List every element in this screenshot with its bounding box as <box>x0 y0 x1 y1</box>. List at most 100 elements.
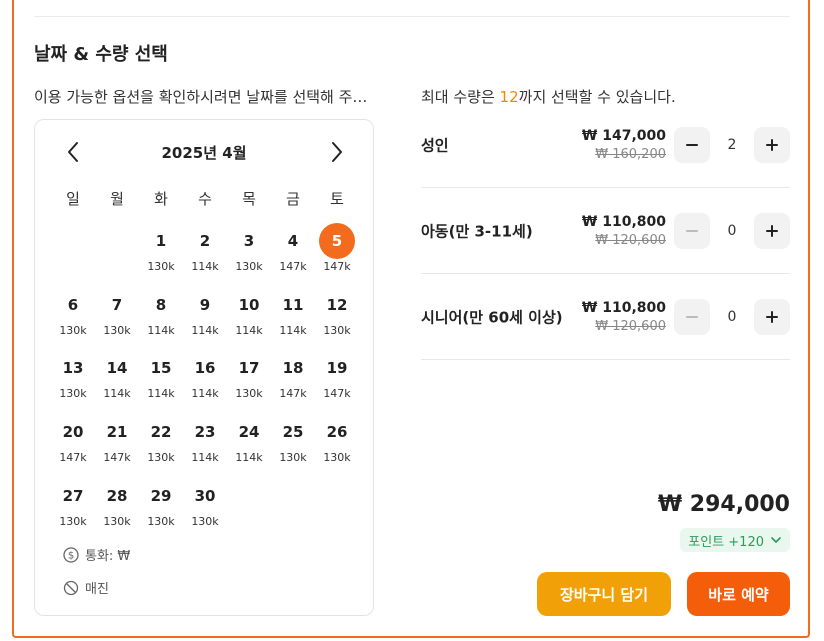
calendar-day-selected[interactable]: 5 147k <box>315 223 359 287</box>
add-to-cart-button[interactable]: 장바구니 담기 <box>537 572 671 616</box>
currency-legend: $ 통화: ₩ <box>63 545 130 564</box>
minus-icon <box>686 315 698 318</box>
calendar-day[interactable]: 11 114k <box>271 287 315 351</box>
day-number: 27 <box>62 486 84 505</box>
day-number: 30 <box>194 486 216 505</box>
decrease-button[interactable] <box>674 212 710 249</box>
day-number: 11 <box>282 295 304 314</box>
day-number: 18 <box>282 359 304 378</box>
calendar-day[interactable]: 29 130k <box>139 478 183 542</box>
day-price: 130k <box>323 323 351 337</box>
day-price: 130k <box>279 451 307 465</box>
calendar-day[interactable]: 4 147k <box>271 223 315 287</box>
calendar-day[interactable]: 6 130k <box>51 287 95 351</box>
day-number: 12 <box>326 295 348 314</box>
calendar-day[interactable]: 26 130k <box>315 414 359 478</box>
day-number: 28 <box>106 486 128 505</box>
total-price: ₩ 294,000 <box>657 492 790 517</box>
increase-button[interactable] <box>754 212 790 249</box>
weekday-label: 토 <box>330 190 344 208</box>
ticket-price: ₩ 110,800 ₩ 120,600 <box>582 300 666 334</box>
quantity-value: 0 <box>727 222 737 239</box>
calendar-day[interactable]: 13 130k <box>51 350 95 414</box>
currency-icon: $ <box>63 546 79 563</box>
calendar-day[interactable]: 23 114k <box>183 414 227 478</box>
decrease-button[interactable] <box>674 126 710 163</box>
day-price: 147k <box>59 451 87 465</box>
calendar-day[interactable]: 14 114k <box>95 350 139 414</box>
quantity-row: 성인 ₩ 147,000 ₩ 160,200 2 <box>421 102 790 188</box>
book-now-button[interactable]: 바로 예약 <box>687 572 790 616</box>
day-number: 7 <box>111 295 123 314</box>
ticket-price: ₩ 147,000 ₩ 160,200 <box>582 128 666 162</box>
day-number: 16 <box>194 359 216 378</box>
calendar-day[interactable]: 8 114k <box>139 287 183 351</box>
calendar-day[interactable]: 22 130k <box>139 414 183 478</box>
day-number: 26 <box>326 423 348 442</box>
calendar-day[interactable]: 17 130k <box>227 350 271 414</box>
calendar-day[interactable]: 10 114k <box>227 287 271 351</box>
weekday-label: 목 <box>242 190 256 208</box>
original-price: ₩ 120,600 <box>595 232 666 248</box>
top-divider <box>34 16 790 17</box>
calendar-day[interactable]: 28 130k <box>95 478 139 542</box>
quantity-value: 0 <box>727 308 737 325</box>
points-badge[interactable]: 포인트 +120 <box>680 528 790 552</box>
day-price: 147k <box>323 260 351 273</box>
original-price: ₩ 160,200 <box>595 146 666 162</box>
day-number: 3 <box>243 232 255 250</box>
day-price: 147k <box>279 387 307 401</box>
day-number: 9 <box>199 295 211 314</box>
day-number: 24 <box>238 423 260 442</box>
calendar-day[interactable]: 12 130k <box>315 287 359 351</box>
calendar-day[interactable]: 30 130k <box>183 478 227 542</box>
plus-icon <box>766 310 778 323</box>
day-price: 130k <box>323 451 351 465</box>
calendar-day[interactable]: 27 130k <box>51 478 95 542</box>
calendar-day[interactable]: 24 114k <box>227 414 271 478</box>
day-price: 130k <box>147 514 175 528</box>
weekday-label: 수 <box>198 190 212 208</box>
calendar-day[interactable]: 19 147k <box>315 350 359 414</box>
calendar-day[interactable]: 20 147k <box>51 414 95 478</box>
calendar-day[interactable]: 15 114k <box>139 350 183 414</box>
day-price: 130k <box>59 387 87 401</box>
calendar-day[interactable]: 25 130k <box>271 414 315 478</box>
day-price: 147k <box>323 387 351 401</box>
weekday-header: 일월화수목금토 <box>51 188 359 209</box>
day-price: 147k <box>279 260 307 273</box>
calendar-day[interactable]: 9 114k <box>183 287 227 351</box>
increase-button[interactable] <box>754 298 790 335</box>
day-number: 8 <box>155 295 167 314</box>
day-number: 19 <box>326 359 348 378</box>
minus-icon <box>686 143 698 146</box>
increase-button[interactable] <box>754 126 790 163</box>
sale-price: ₩ 147,000 <box>581 127 666 144</box>
day-price: 147k <box>103 451 131 465</box>
day-price: 130k <box>147 451 175 465</box>
currency-legend-label: 통화: ₩ <box>85 549 131 564</box>
day-number: 5 <box>319 223 355 259</box>
calendar-day[interactable]: 18 147k <box>271 350 315 414</box>
calendar-grid: 1 130k 2 114k 3 130k 4 147k 5 147k 6 130k 7 130k 8 114k… <box>51 223 359 541</box>
decrease-button[interactable] <box>674 298 710 335</box>
sale-price: ₩ 110,800 <box>581 299 666 316</box>
day-price: 114k <box>191 260 219 273</box>
calendar-day[interactable]: 2 114k <box>183 223 227 287</box>
date-hint: 이용 가능한 옵션을 확인하시려면 날짜를 선택해 주세요 <box>34 88 374 106</box>
chevron-right-icon[interactable] <box>323 138 351 166</box>
calendar-day[interactable]: 7 130k <box>95 287 139 351</box>
day-price: 130k <box>103 323 131 337</box>
day-price: 114k <box>191 387 219 401</box>
day-price: 130k <box>191 514 219 528</box>
quantity-value: 2 <box>727 136 737 153</box>
calendar-day[interactable]: 16 114k <box>183 350 227 414</box>
day-price: 130k <box>103 514 131 528</box>
calendar-header: 2025년 4월 <box>35 136 373 166</box>
calendar: 2025년 4월 일월화수목금토 1 130k 2 114k 3 130k 4 147k 5 14… <box>34 119 374 616</box>
calendar-day[interactable]: 3 130k <box>227 223 271 287</box>
quantity-stepper: 2 <box>674 126 790 163</box>
calendar-day[interactable]: 1 130k <box>139 223 183 287</box>
day-price: 114k <box>191 451 219 465</box>
calendar-day[interactable]: 21 147k <box>95 414 139 478</box>
